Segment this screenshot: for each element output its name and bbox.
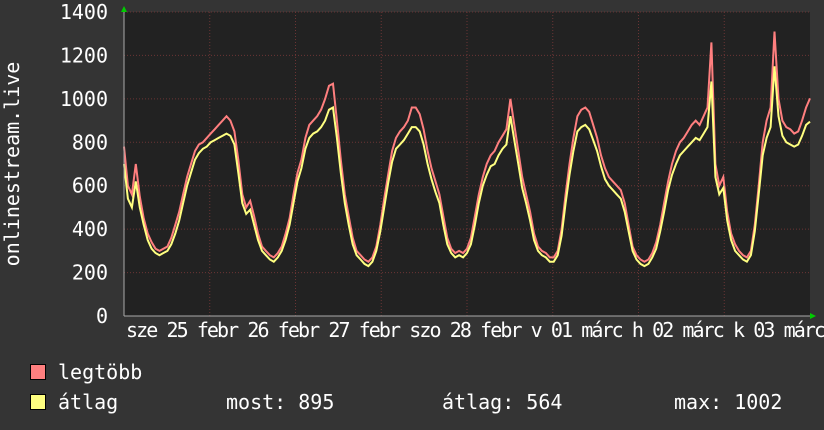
x-ticks: sze 25 febr 26 febr 27 febr szo 28 febr … <box>126 318 824 342</box>
stat-max: max: 1002 <box>674 390 782 414</box>
legend-item-avg: átlag <box>30 390 118 414</box>
legend-label-avg: átlag <box>58 390 119 414</box>
stat-max-label: max: <box>674 390 723 414</box>
y-tick-label: 800 <box>72 130 108 154</box>
legend-label-max: legtöbb <box>58 360 143 384</box>
stat-avg-value: 564 <box>526 390 563 414</box>
stat-now: most: 895 <box>226 390 334 414</box>
y-tick-label: 1400 <box>60 0 108 24</box>
y-axis-label: onlinestream.live <box>0 62 24 267</box>
y-tick-label: 400 <box>72 217 108 241</box>
x-tick-labels: sze 25 febr 26 febr 27 febr szo 28 febr … <box>126 318 824 342</box>
legend-item-max: legtöbb <box>30 360 142 384</box>
stat-now-value: 895 <box>298 390 335 414</box>
y-axis-arrow-icon <box>121 6 127 12</box>
y-tick-label: 1000 <box>60 87 108 111</box>
y-tick-label: 1200 <box>60 43 108 67</box>
stat-max-value: 1002 <box>734 390 783 414</box>
y-tick-label: 0 <box>96 304 108 328</box>
stat-avg: átlag: 564 <box>442 390 562 414</box>
y-tick-label: 200 <box>72 261 108 285</box>
stat-avg-label: átlag: <box>442 390 515 414</box>
stat-now-label: most: <box>226 390 287 414</box>
legend-swatch-max <box>30 364 46 380</box>
y-tick-label: 600 <box>72 174 108 198</box>
legend-swatch-avg <box>30 394 46 410</box>
y-ticks: 0 200 400 600 800 1000 1200 1400 <box>60 0 108 328</box>
